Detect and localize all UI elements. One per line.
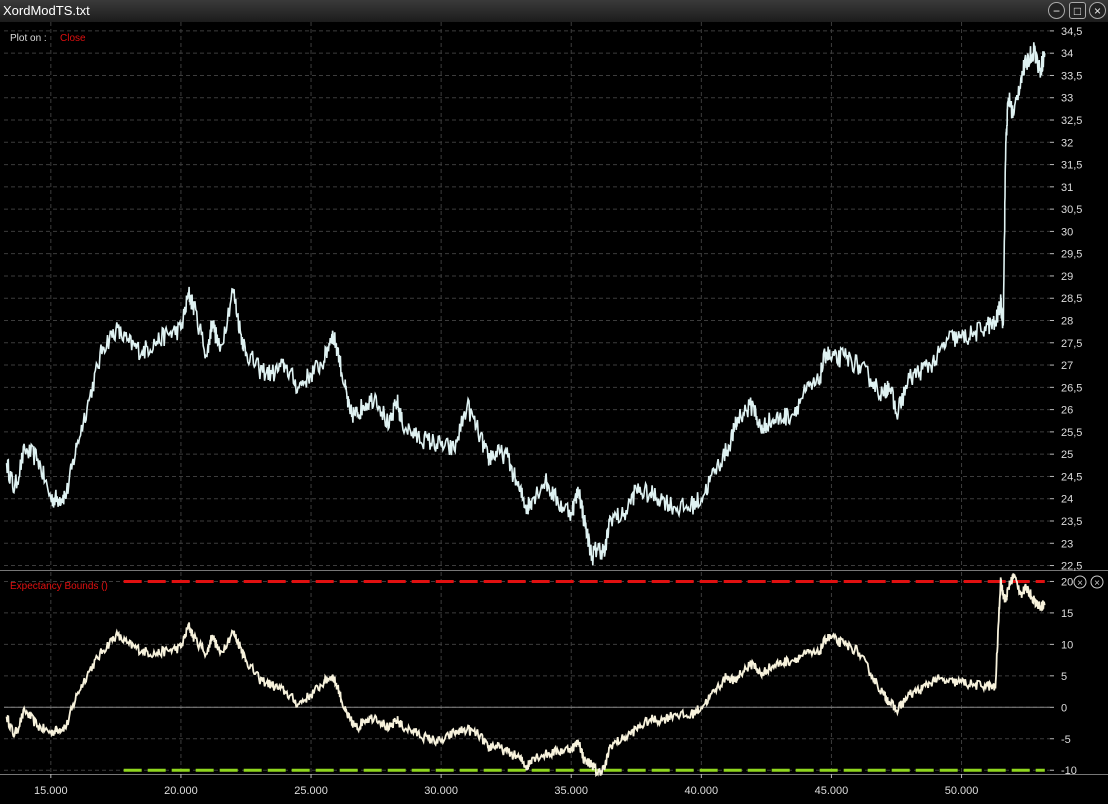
chart-area[interactable]: 22,5 23 23,5 24 24,5 25 25,5 26 26,5 27 27,5 28 28,5… bbox=[0, 22, 1108, 804]
y-tick-label: 29,5 bbox=[1061, 249, 1082, 261]
close-button[interactable]: × bbox=[1089, 2, 1106, 19]
y-tick-label: 27,5 bbox=[1061, 338, 1082, 350]
x-tick-label: 25.000 bbox=[294, 785, 328, 797]
y-tick-label: 5 bbox=[1061, 671, 1067, 683]
x-tick-label: 40.000 bbox=[685, 785, 719, 797]
y-tick-label: 23,5 bbox=[1061, 516, 1082, 528]
close-icon: × bbox=[1077, 578, 1083, 589]
minimize-icon: − bbox=[1052, 4, 1060, 18]
maximize-icon: □ bbox=[1073, 4, 1082, 18]
y-tick-label: 32,5 bbox=[1061, 115, 1082, 127]
y-tick-label: 27 bbox=[1061, 360, 1073, 372]
y-tick-label: -10 bbox=[1061, 765, 1077, 777]
y-tick-label: -5 bbox=[1061, 734, 1071, 746]
y-tick-label: 28 bbox=[1061, 316, 1073, 328]
maximize-button[interactable]: □ bbox=[1069, 2, 1086, 19]
y-tick-label: 31,5 bbox=[1061, 160, 1082, 172]
y-tick-label: 34 bbox=[1061, 48, 1073, 60]
y-tick-label: 25 bbox=[1061, 449, 1073, 461]
y-tick-label: 22,5 bbox=[1061, 561, 1082, 573]
x-tick-label: 45.000 bbox=[815, 785, 849, 797]
chart-background bbox=[0, 22, 1108, 804]
minimize-button[interactable]: − bbox=[1048, 2, 1065, 19]
y-tick-label: 15 bbox=[1061, 608, 1073, 620]
plot-on-label: Plot on : bbox=[10, 33, 47, 44]
y-tick-label: 34,5 bbox=[1061, 26, 1082, 38]
y-tick-label: 30,5 bbox=[1061, 204, 1082, 216]
close-icon: × bbox=[1093, 4, 1101, 18]
bounds-series-label[interactable]: Expectancy Bounds () bbox=[10, 581, 108, 592]
y-tick-label: 33,5 bbox=[1061, 70, 1082, 82]
y-tick-label: 25,5 bbox=[1061, 427, 1082, 439]
plot-series-label[interactable]: Close bbox=[60, 33, 86, 44]
y-tick-label: 23 bbox=[1061, 538, 1073, 550]
x-tick-label: 15.000 bbox=[34, 785, 68, 797]
x-tick-label: 50.000 bbox=[945, 785, 979, 797]
x-tick-label: 35.000 bbox=[554, 785, 588, 797]
y-tick-label: 26 bbox=[1061, 405, 1073, 417]
x-tick-label: 20.000 bbox=[164, 785, 198, 797]
y-tick-label: 20 bbox=[1061, 576, 1073, 588]
y-tick-label: 30 bbox=[1061, 226, 1073, 238]
y-tick-label: 31 bbox=[1061, 182, 1073, 194]
window-title-bar: XordModTS.txt − □ × bbox=[0, 0, 1108, 23]
y-tick-label: 26,5 bbox=[1061, 382, 1082, 394]
y-tick-label: 10 bbox=[1061, 639, 1073, 651]
y-tick-label: 32 bbox=[1061, 137, 1073, 149]
window-title: XordModTS.txt bbox=[3, 3, 90, 18]
y-tick-label: 24,5 bbox=[1061, 471, 1082, 483]
close-icon: × bbox=[1094, 578, 1100, 589]
y-tick-label: 33 bbox=[1061, 93, 1073, 105]
x-tick-label: 30.000 bbox=[424, 785, 458, 797]
y-tick-label: 29 bbox=[1061, 271, 1073, 283]
y-tick-label: 0 bbox=[1061, 702, 1067, 714]
y-tick-label: 24 bbox=[1061, 494, 1073, 506]
y-tick-label: 28,5 bbox=[1061, 293, 1082, 305]
